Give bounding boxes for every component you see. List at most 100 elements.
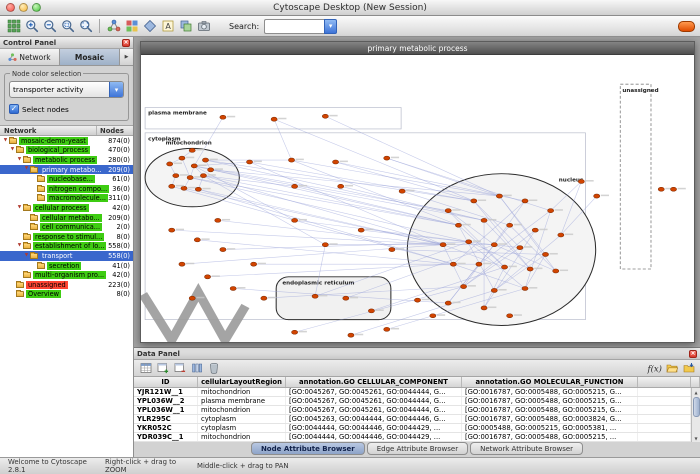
graph-node[interactable] (271, 117, 277, 121)
table-cell[interactable]: [GO:0045267, GO:0045261, GO:0044444, G..… (286, 406, 462, 414)
graph-node[interactable] (399, 189, 405, 193)
graph-node[interactable] (542, 252, 548, 256)
formula-icon[interactable]: f(x) (647, 361, 662, 375)
zoom-selected-icon[interactable] (59, 18, 76, 35)
scroll-down-icon[interactable] (694, 434, 697, 442)
tab-node-attribute-browser[interactable]: Node Attribute Browser (251, 442, 365, 455)
tree-row[interactable]: unassigned223(0) (0, 280, 133, 290)
tab-mosaic[interactable]: Mosaic (60, 49, 120, 65)
graph-node[interactable] (187, 176, 193, 180)
graph-node[interactable] (507, 223, 513, 227)
graph-node[interactable] (358, 228, 364, 232)
tree-row[interactable]: ▼primary metabo...209(0) (0, 165, 133, 175)
graph-node[interactable] (491, 243, 497, 247)
graph-node[interactable] (189, 296, 195, 300)
graph-node[interactable] (191, 164, 197, 168)
graph-node[interactable] (389, 248, 395, 252)
camera-icon[interactable] (195, 18, 212, 35)
table-cell[interactable]: [GO:0005488, GO:0005215, GO:0005381, ... (462, 424, 638, 432)
graph-node[interactable] (476, 262, 482, 266)
graph-node[interactable] (501, 265, 507, 269)
table-cell[interactable]: [GO:0045263, GO:0044444, GO:0044446, G..… (286, 415, 462, 423)
table-cell[interactable]: [GO:0045267, GO:0045261, GO:0044444, G..… (286, 388, 462, 396)
graph-node[interactable] (195, 187, 201, 191)
more-tabs-button[interactable] (120, 49, 133, 65)
table-row[interactable]: YKR052Ccytoplasm[GO:0044444, GO:0044446,… (134, 424, 700, 433)
graph-node[interactable] (578, 179, 584, 183)
node-color-dropdown[interactable]: transporter activity (9, 81, 124, 98)
network-icon[interactable] (105, 18, 122, 35)
graph-node[interactable] (169, 184, 175, 188)
layout-icon[interactable] (141, 18, 158, 35)
column-header[interactable]: ID (134, 377, 198, 387)
table-cell[interactable]: [GO:0044444, GO:0044446, GO:0044429, ... (286, 424, 462, 432)
minimize-window-button[interactable] (19, 3, 28, 12)
column-header[interactable]: annotation.GO MOLECULAR_FUNCTION (462, 377, 638, 387)
graph-node[interactable] (553, 269, 559, 273)
search-dropdown-button[interactable] (324, 19, 337, 34)
graph-node[interactable] (179, 262, 185, 266)
graph-node[interactable] (548, 209, 554, 213)
folder-open-icon[interactable] (664, 361, 679, 375)
table-cell[interactable]: [GO:0016787, GO:0005488, GO:0005215, G..… (462, 397, 638, 405)
graph-node[interactable] (333, 160, 339, 164)
graph-node[interactable] (173, 174, 179, 178)
table-cell[interactable]: YPL036W__1 (134, 406, 198, 414)
table-row[interactable]: YJR121W__1mitochondrion[GO:0045267, GO:0… (134, 388, 700, 397)
zoom-window-button[interactable] (32, 3, 41, 12)
table-row[interactable]: YLR295Ccytoplasm[GO:0045263, GO:0044444,… (134, 415, 700, 424)
expander-icon[interactable]: ▼ (16, 244, 23, 249)
graph-node[interactable] (292, 184, 298, 188)
tab-edge-attribute-browser[interactable]: Edge Attribute Browser (367, 442, 468, 455)
graph-node[interactable] (338, 184, 344, 188)
table-cell[interactable]: mitochondrion (198, 406, 286, 414)
table-cell[interactable]: [GO:0045267, GO:0045261, GO:0044444, G..… (286, 397, 462, 405)
graph-node[interactable] (322, 114, 328, 118)
expander-icon[interactable]: ▼ (2, 139, 9, 144)
table-cell[interactable]: [GO:0044444, GO:0044446, GO:0044429, ... (286, 433, 462, 441)
expander-icon[interactable]: ▼ (23, 167, 30, 172)
tree-row[interactable]: ▼biological_process470(0) (0, 146, 133, 156)
zoom-out-icon[interactable] (41, 18, 58, 35)
graph-node[interactable] (450, 262, 456, 266)
graph-node[interactable] (312, 294, 318, 298)
graph-node[interactable] (481, 218, 487, 222)
graph-node[interactable] (471, 199, 477, 203)
graph-node[interactable] (202, 158, 208, 162)
tree-row[interactable]: nucleobase...61(0) (0, 174, 133, 184)
graph-node[interactable] (466, 240, 472, 244)
table-cell[interactable]: mitochondrion (198, 388, 286, 396)
tree-row[interactable]: multi-organism pro...42(0) (0, 270, 133, 280)
table-cell[interactable]: YJR121W__1 (134, 388, 198, 396)
graph-node[interactable] (496, 194, 502, 198)
graph-node[interactable] (558, 233, 564, 237)
column-header[interactable]: cellularLayoutRegion (198, 377, 286, 387)
graph-node[interactable] (527, 267, 533, 271)
graph-node[interactable] (292, 218, 298, 222)
tree-column-network[interactable]: Network (0, 126, 97, 135)
graph-node[interactable] (384, 156, 390, 160)
graph-node[interactable] (658, 187, 664, 191)
table-cell[interactable]: YKR052C (134, 424, 198, 432)
tree-row[interactable]: cellular metabo...209(0) (0, 213, 133, 223)
table-cell[interactable]: YPL036W__2 (134, 397, 198, 405)
scroll-up-icon[interactable] (694, 388, 697, 396)
graph-node[interactable] (522, 286, 528, 290)
zoom-in-icon[interactable] (23, 18, 40, 35)
graph-node[interactable] (292, 330, 298, 334)
tree-row[interactable]: ▼establishment of lo...558(0) (0, 242, 133, 252)
graph-node[interactable] (491, 288, 497, 292)
graph-node[interactable] (455, 223, 461, 227)
vizmapper-icon[interactable] (123, 18, 140, 35)
tree-row[interactable]: secretion41(0) (0, 261, 133, 271)
graph-node[interactable] (169, 228, 175, 232)
expander-icon[interactable]: ▼ (16, 158, 23, 163)
graph-node[interactable] (204, 275, 210, 279)
graph-node[interactable] (167, 162, 173, 166)
close-panel-icon[interactable] (122, 39, 130, 47)
tree-row[interactable]: ▼transport558(0) (0, 251, 133, 261)
graph-node[interactable] (215, 218, 221, 222)
table-plus-icon[interactable] (155, 361, 170, 375)
tree-column-nodes[interactable]: Nodes (97, 126, 133, 135)
columns-icon[interactable] (189, 361, 204, 375)
